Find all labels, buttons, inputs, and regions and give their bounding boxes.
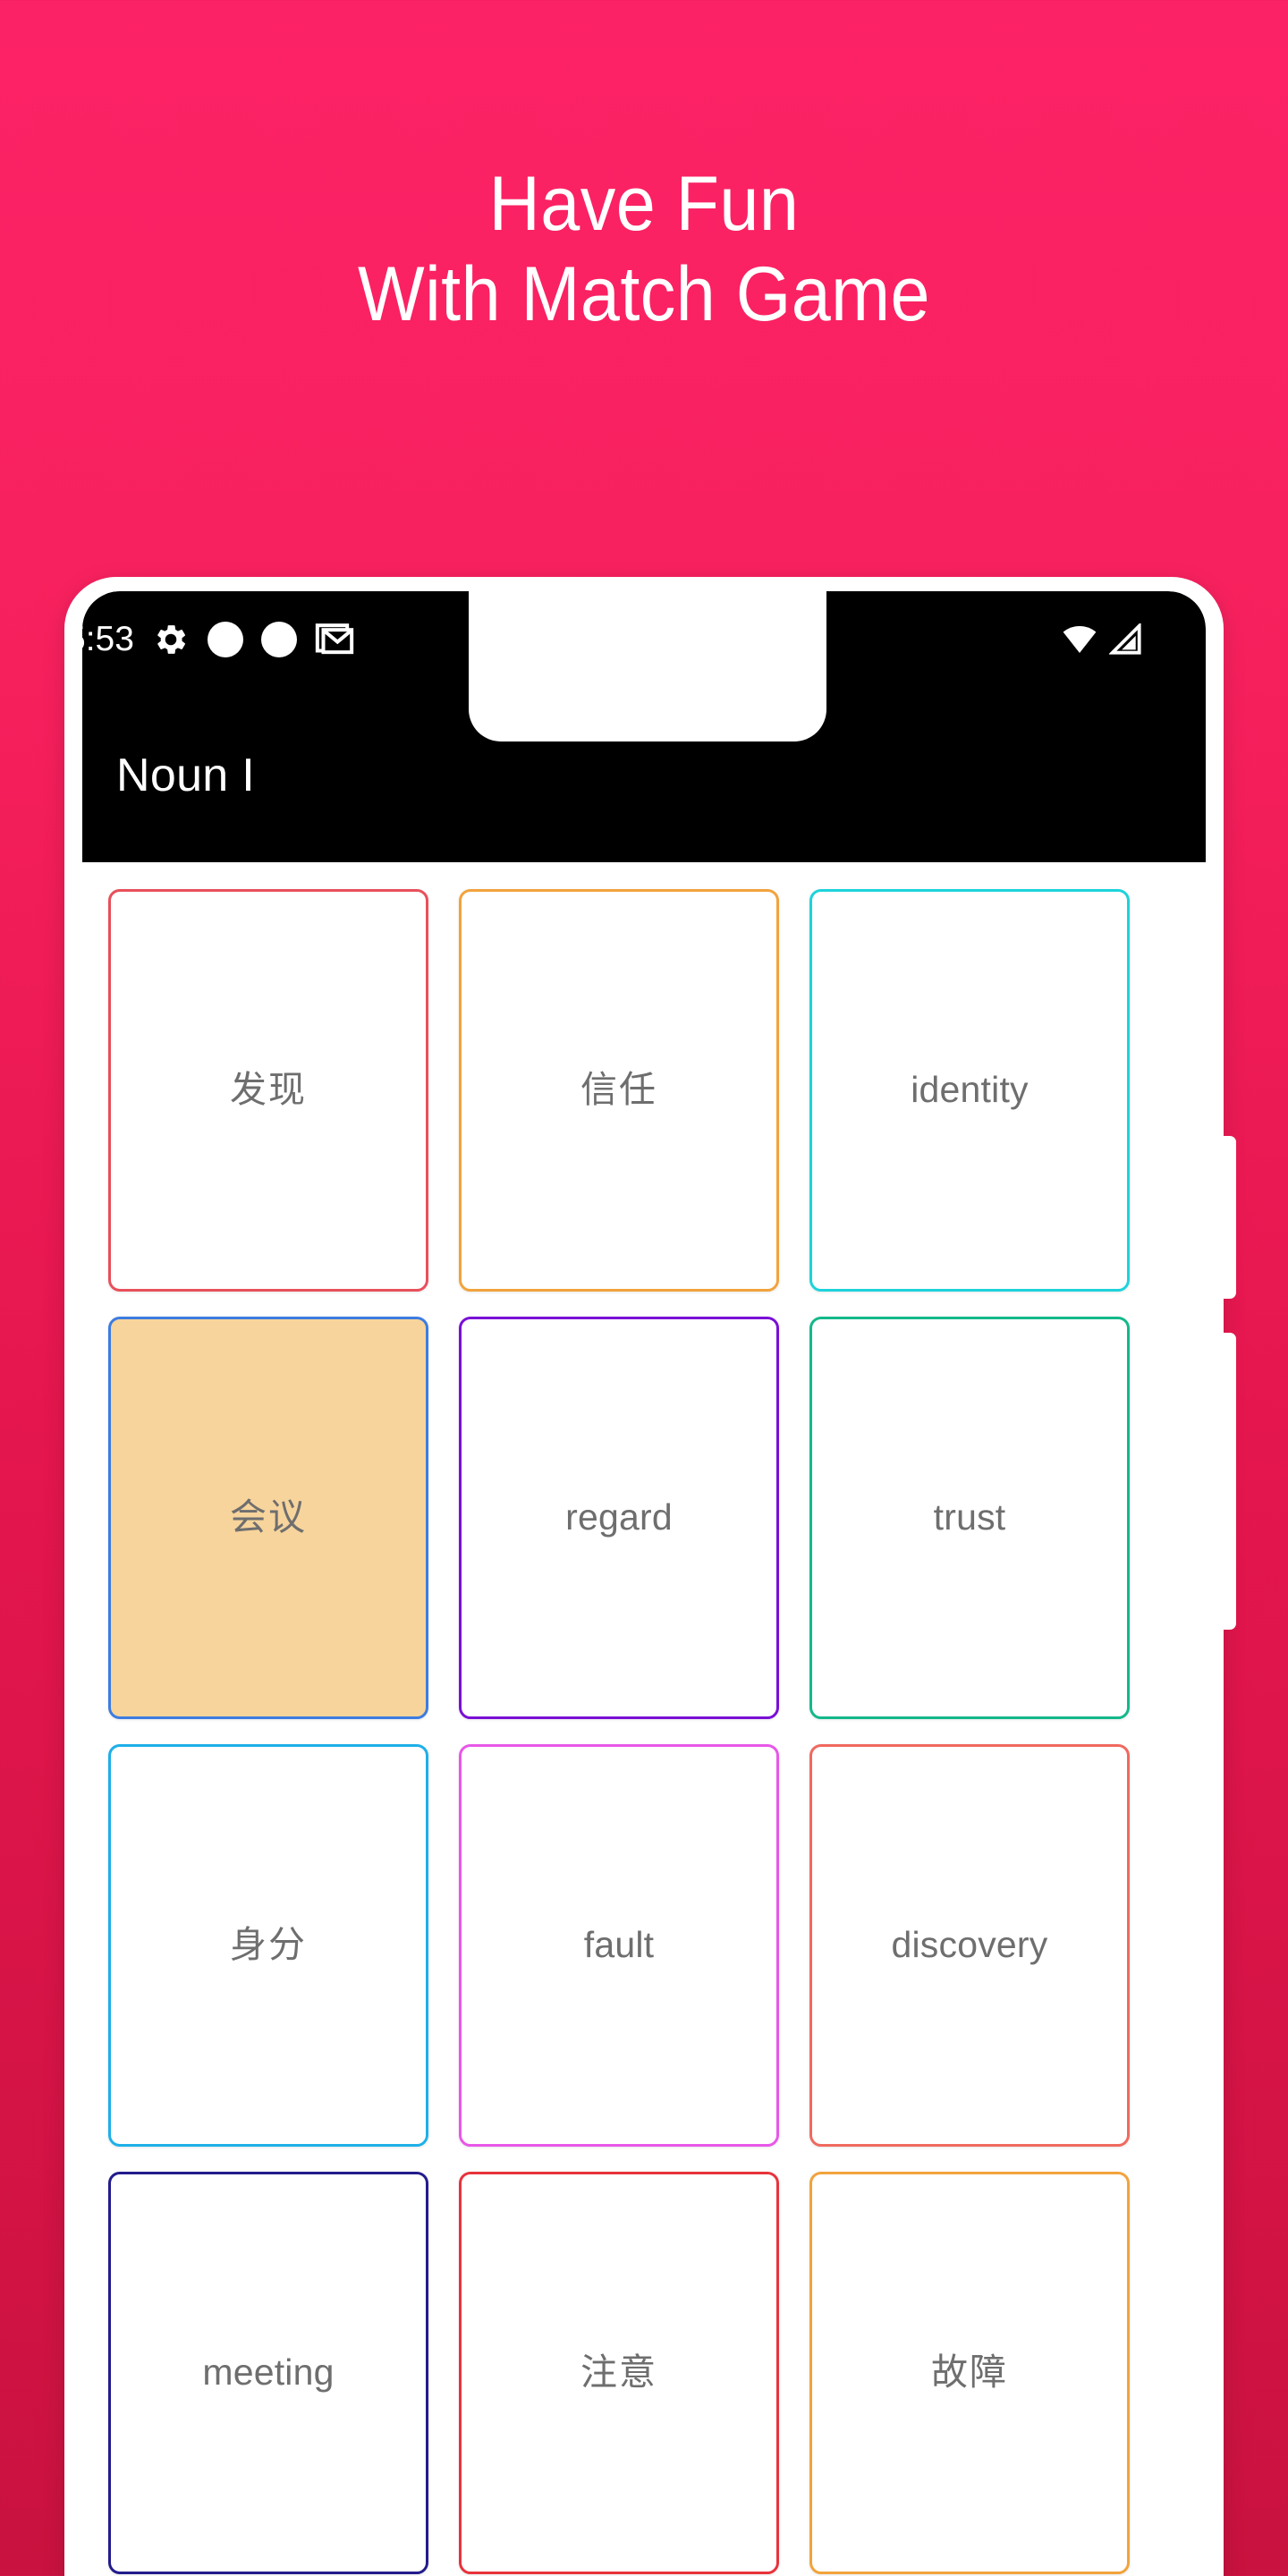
word-card[interactable]: 故障 — [809, 2172, 1130, 2574]
status-bar-left-group: 5:53 — [82, 620, 470, 659]
phone-mockup: 5:53 — [64, 577, 1236, 2576]
card-cell: identity — [794, 877, 1145, 1304]
word-card-label: fault — [583, 1924, 655, 1966]
word-card[interactable]: 信任 — [459, 889, 779, 1292]
card-cell: 身分 — [93, 1732, 444, 2159]
wifi-icon — [1061, 623, 1098, 656]
word-card[interactable]: 发现 — [108, 889, 428, 1292]
card-cell: trust — [794, 1304, 1145, 1732]
circle-icon — [260, 622, 297, 657]
phone-volume-button[interactable] — [1216, 1136, 1236, 1299]
card-cell: discovery — [794, 1732, 1145, 2159]
word-card-label: 会议 — [230, 1496, 307, 1538]
card-row: 身分 fault discovery — [93, 1732, 1195, 2159]
word-card[interactable]: regard — [459, 1317, 779, 1719]
phone-notch — [469, 591, 826, 741]
circle-icon — [207, 622, 243, 657]
card-cell: 故障 — [794, 2159, 1145, 2576]
card-cell: 发现 — [93, 877, 444, 1304]
word-card[interactable]: trust — [809, 1317, 1130, 1719]
promo-headline: Have Fun With Match Game — [357, 161, 931, 338]
card-cell: 注意 — [444, 2159, 794, 2576]
word-card[interactable]: 会议 — [108, 1317, 428, 1719]
phone-power-button[interactable] — [1216, 1333, 1236, 1630]
word-card-label: 故障 — [931, 2351, 1008, 2394]
word-card-label: identity — [911, 1069, 1029, 1111]
word-card[interactable]: identity — [809, 889, 1130, 1292]
word-card-label: 身分 — [230, 1924, 307, 1966]
card-row: meeting 注意 故障 — [93, 2159, 1195, 2576]
word-card[interactable]: fault — [459, 1744, 779, 2147]
card-cell: fault — [444, 1732, 794, 2159]
card-row: 发现 信任 identity — [93, 877, 1195, 1304]
word-card-label: meeting — [202, 2351, 335, 2394]
card-row: 会议 regard trust — [93, 1304, 1195, 1732]
word-card-label: discovery — [891, 1924, 1048, 1966]
card-cell: meeting — [93, 2159, 444, 2576]
phone-screen: 5:53 — [82, 591, 1206, 2576]
match-game-grid: 发现 信任 identity 会议 regard trust 身分 fault discover… — [82, 862, 1206, 2576]
card-cell: 会议 — [93, 1304, 444, 1732]
word-card-label: 发现 — [230, 1069, 307, 1111]
status-bar-right-group — [1061, 623, 1190, 656]
word-card-label: regard — [565, 1496, 673, 1538]
word-card-label: 注意 — [580, 2351, 657, 2394]
word-card[interactable]: meeting — [108, 2172, 428, 2574]
card-cell: regard — [444, 1304, 794, 1732]
word-card[interactable]: discovery — [809, 1744, 1130, 2147]
word-card[interactable]: 注意 — [459, 2172, 779, 2574]
app-bar-title: Noun I — [116, 749, 256, 801]
word-card[interactable]: 身分 — [108, 1744, 428, 2147]
word-card-label: 信任 — [580, 1069, 657, 1111]
status-bar-clock: 5:53 — [82, 620, 134, 658]
gear-icon — [152, 621, 190, 658]
word-card-label: trust — [933, 1496, 1006, 1538]
card-cell: 信任 — [444, 877, 794, 1304]
gmail-icon — [315, 622, 354, 657]
signal-icon — [1109, 623, 1143, 656]
